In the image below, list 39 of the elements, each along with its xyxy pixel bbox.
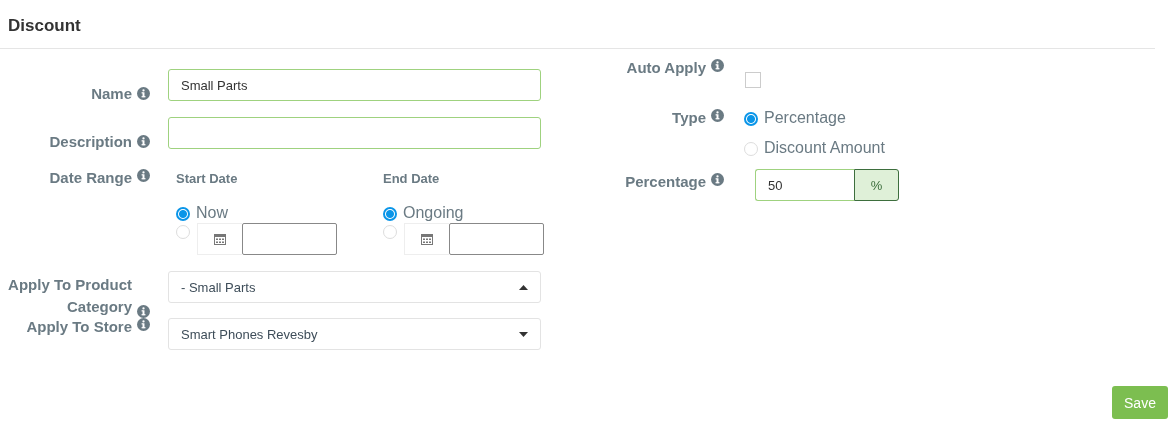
- info-icon: [137, 305, 150, 318]
- field-label: Type: [672, 109, 706, 126]
- dropdown[interactable]: Smart Phones Revesby: [168, 318, 541, 350]
- column-heading: End Date: [383, 171, 441, 186]
- calendar-addon[interactable]: [404, 223, 449, 255]
- column-heading: Start Date: [176, 171, 239, 186]
- dropdown[interactable]: - Small Parts: [168, 271, 541, 303]
- calendar-icon: [214, 233, 226, 245]
- radio-label: Percentage: [764, 109, 846, 127]
- field-label: Date Range: [49, 169, 132, 186]
- field-label: Name: [91, 84, 132, 102]
- field-label: Auto Apply: [626, 59, 706, 76]
- info-icon: [711, 173, 724, 186]
- date-field[interactable]: [449, 223, 544, 255]
- field-label: Description: [49, 132, 132, 150]
- input-field[interactable]: [168, 117, 541, 149]
- radio-button[interactable]: [744, 112, 758, 126]
- radio-label: Discount Amount: [764, 139, 885, 157]
- input-field[interactable]: 50: [755, 169, 854, 201]
- unit-addon: %: [854, 169, 899, 201]
- radio-button[interactable]: [383, 207, 397, 221]
- calendar-addon[interactable]: [197, 223, 242, 255]
- radio-label: Ongoing: [403, 204, 464, 222]
- page-title: Discount: [8, 16, 81, 35]
- calendar-icon: [421, 233, 433, 245]
- input-field[interactable]: Small Parts: [168, 69, 541, 101]
- date-field[interactable]: [242, 223, 337, 255]
- radio-label: Now: [196, 204, 228, 222]
- info-icon: [137, 134, 150, 148]
- info-icon: [711, 59, 724, 72]
- info-icon: [137, 169, 150, 182]
- info-icon: [137, 318, 150, 331]
- info-icon: [711, 109, 724, 122]
- info-icon: [137, 86, 150, 100]
- field-label: Apply To Product Category: [7, 275, 132, 317]
- field-label: Apply To Store: [26, 318, 132, 335]
- radio-button[interactable]: [176, 207, 190, 221]
- field-label: Percentage: [625, 173, 706, 190]
- checkbox[interactable]: [745, 72, 761, 88]
